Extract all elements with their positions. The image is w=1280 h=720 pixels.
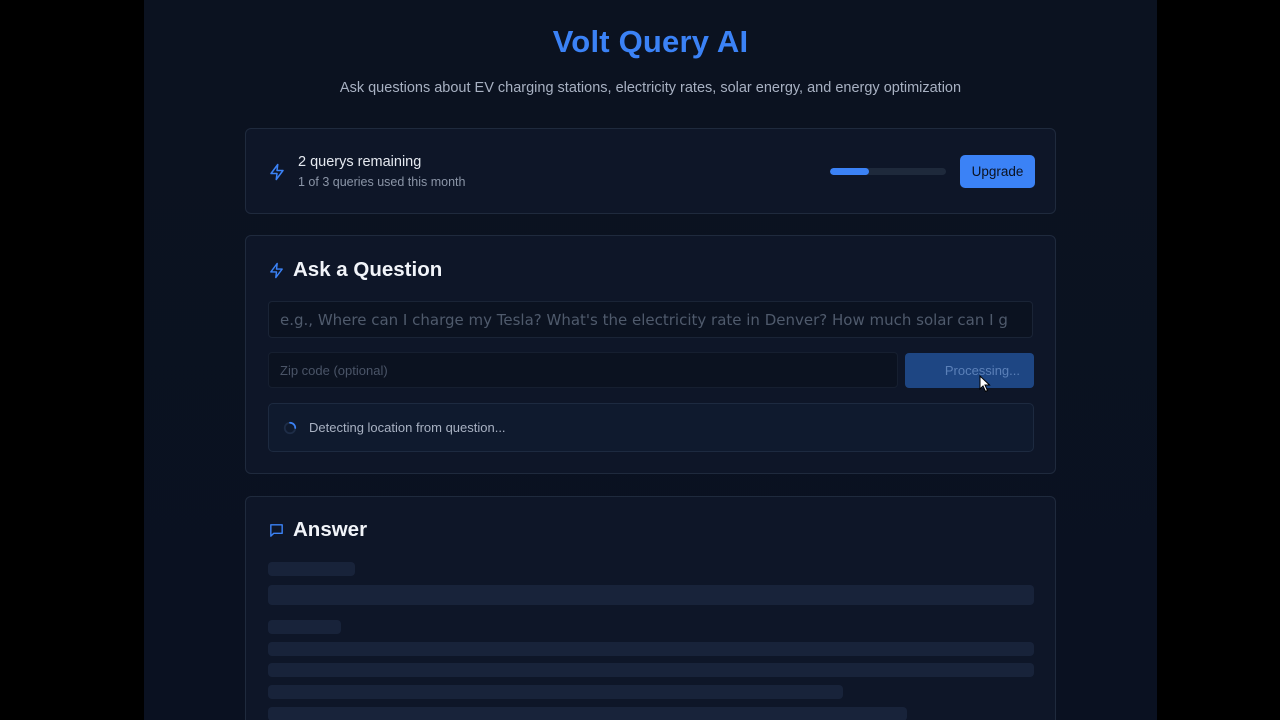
usage-progress-fill [830, 168, 869, 175]
status-message: Detecting location from question... [268, 403, 1034, 452]
ask-question-title: Ask a Question [293, 258, 443, 281]
upgrade-button[interactable]: Upgrade [960, 155, 1035, 188]
skeleton-line [268, 663, 1034, 677]
queries-remaining-text: 2 querys remaining [298, 154, 422, 170]
answer-title: Answer [293, 518, 368, 541]
page-title: Volt Query AI [552, 24, 749, 59]
queries-used-text: 1 of 3 queries used this month [298, 175, 466, 189]
skeleton-line [268, 707, 907, 720]
spinner-icon [283, 421, 297, 435]
chat-bubble-icon [270, 523, 283, 537]
lightning-icon [270, 163, 284, 181]
page-subtitle: Ask questions about EV charging stations… [339, 80, 962, 96]
zip-code-input[interactable] [268, 352, 898, 388]
status-text: Detecting location from question... [309, 420, 506, 435]
usage-progress-bar [830, 168, 946, 175]
lightning-icon [270, 262, 283, 278]
skeleton-line [268, 562, 355, 576]
answer-header: Answer [268, 518, 367, 542]
mouse-cursor-icon [979, 375, 991, 393]
skeleton-line [268, 642, 1034, 656]
ask-question-header: Ask a Question [268, 258, 442, 282]
question-input[interactable] [268, 301, 1033, 338]
usage-card: 2 querys remaining 1 of 3 queries used t… [245, 128, 1056, 214]
app-window: Volt Query AI Ask questions about EV cha… [144, 0, 1157, 720]
skeleton-line [268, 685, 843, 699]
skeleton-line [268, 620, 341, 634]
skeleton-line [268, 585, 1034, 605]
ask-question-card: Ask a Question Processing... Detecting l… [245, 235, 1056, 474]
submit-button[interactable]: Processing... [905, 353, 1034, 388]
answer-card: Answer [245, 496, 1056, 720]
